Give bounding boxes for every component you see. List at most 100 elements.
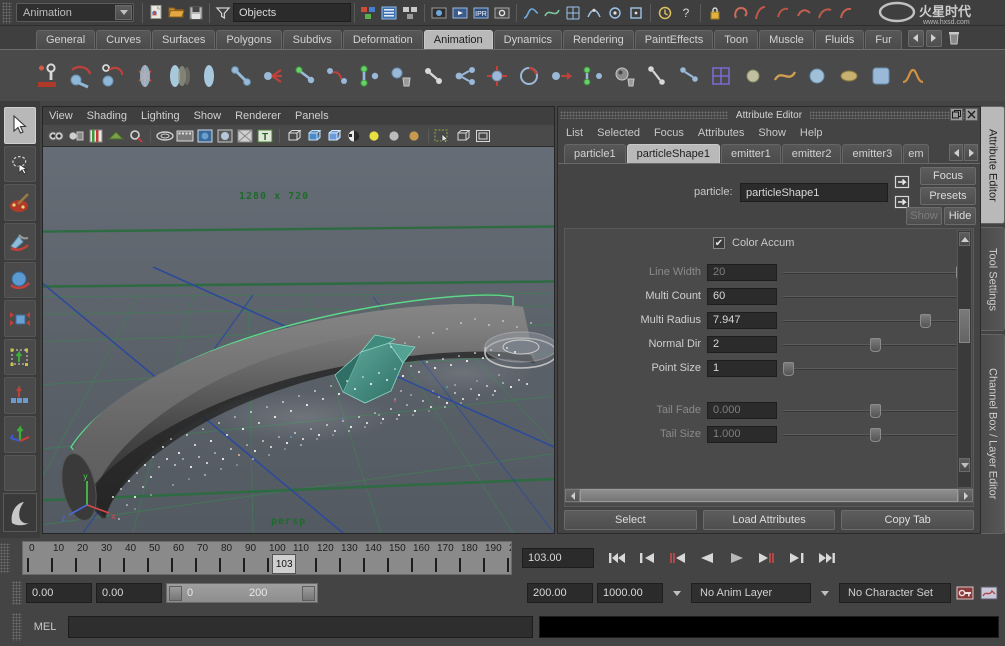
attribute-list-vscrollbar[interactable] <box>957 230 972 488</box>
time-slider[interactable]: 0102030405060708090100110120130140150160… <box>22 541 512 575</box>
load-attributes-button[interactable]: Load Attributes <box>703 510 836 530</box>
create-blendshape-icon[interactable] <box>674 60 704 92</box>
reroot-skeleton-icon[interactable] <box>354 60 384 92</box>
ae-tab-emitter1[interactable]: emitter1 <box>721 144 781 163</box>
ae-menu-list[interactable]: List <box>566 127 583 139</box>
step-forward-frame-icon[interactable] <box>784 547 810 569</box>
mirror-joint-icon[interactable] <box>290 60 320 92</box>
shelf-tab-deformation[interactable]: Deformation <box>343 30 423 49</box>
attribute-list-container[interactable]: ✔ Color Accum Line Width 20 Multi Count … <box>564 228 974 507</box>
next-shelf-icon[interactable] <box>926 30 942 47</box>
deform-curve-icon[interactable] <box>542 3 562 23</box>
play-backwards-icon[interactable] <box>694 547 720 569</box>
wireframe-icon[interactable] <box>285 127 303 145</box>
scroll-up-icon[interactable] <box>959 232 970 246</box>
toolbar-gripper[interactable] <box>2 2 12 24</box>
character-set-chevron-down-icon[interactable] <box>815 583 835 603</box>
playback-end-field[interactable]: 200.00 <box>527 583 593 603</box>
shelf-tab-fur[interactable]: Fur <box>865 30 902 49</box>
go-to-start-icon[interactable] <box>604 547 630 569</box>
step-back-key-icon[interactable] <box>664 547 690 569</box>
wrap-icon[interactable] <box>866 60 896 92</box>
ae-menu-help[interactable]: Help <box>800 127 823 139</box>
film-origin-icon[interactable] <box>216 127 234 145</box>
sculpt-deformer-icon[interactable] <box>802 60 832 92</box>
play-forwards-icon[interactable] <box>724 547 750 569</box>
remove-joint-icon[interactable] <box>386 60 416 92</box>
artisan-select-icon[interactable] <box>794 3 814 23</box>
anim-layer-chevron-down-icon[interactable] <box>667 583 687 603</box>
construction-history-icon[interactable] <box>655 3 675 23</box>
animation-preferences-icon[interactable] <box>979 583 999 603</box>
step-forward-key-icon[interactable] <box>754 547 780 569</box>
anim-start-field[interactable]: 0.00 <box>26 583 92 603</box>
detach-skin-icon[interactable] <box>194 60 224 92</box>
ae-menu-focus[interactable]: Focus <box>654 127 684 139</box>
parent-constraint-icon[interactable] <box>450 60 480 92</box>
viewport-menu-renderer[interactable]: Renderer <box>235 110 281 122</box>
command-input[interactable] <box>68 616 533 638</box>
multi-count-field[interactable]: 60 <box>707 288 777 305</box>
render-settings-icon[interactable] <box>492 3 512 23</box>
bookmark-icon[interactable] <box>87 127 105 145</box>
command-language-label[interactable]: MEL <box>28 621 62 633</box>
viewport-menu-lighting[interactable]: Lighting <box>141 110 180 122</box>
camera-attributes-icon[interactable] <box>67 127 85 145</box>
lattice-icon[interactable] <box>706 60 736 92</box>
viewport-menu-show[interactable]: Show <box>194 110 222 122</box>
bind-skin-icon[interactable] <box>130 60 160 92</box>
shelf-tab-animation[interactable]: Animation <box>424 30 493 49</box>
shadows-icon[interactable] <box>385 127 403 145</box>
lasso-select-tool[interactable] <box>4 146 36 183</box>
presets-button[interactable]: Presets <box>920 187 976 205</box>
show-manipulator-tool[interactable] <box>4 416 36 453</box>
attribute-list-hscrollbar[interactable] <box>564 488 974 503</box>
selection-mask-field[interactable]: Objects <box>233 3 351 22</box>
viewport-menu-view[interactable]: View <box>49 110 73 122</box>
ipr-render-icon[interactable]: IPR <box>471 3 491 23</box>
viewport-3d-canvas[interactable]: y z x 1280 x 720 persp <box>43 147 554 533</box>
range-end-handle[interactable] <box>302 586 315 601</box>
ae-menu-show[interactable]: Show <box>758 127 786 139</box>
snap-point-icon[interactable] <box>605 3 625 23</box>
ae-tab-emitter4[interactable]: em <box>903 144 928 163</box>
ae-tab-particleshape1[interactable]: particleShape1 <box>627 144 720 163</box>
multi-count-slider[interactable] <box>783 288 965 305</box>
line-width-slider[interactable] <box>783 264 965 281</box>
shelf-tab-fluids[interactable]: Fluids <box>815 30 864 49</box>
selection-filter-icon[interactable] <box>213 3 233 23</box>
shelf-tab-general[interactable]: General <box>36 30 95 49</box>
resolution-gate-icon[interactable] <box>176 127 194 145</box>
step-back-frame-icon[interactable] <box>634 547 660 569</box>
snap-grid-icon[interactable] <box>563 3 583 23</box>
normal-dir-slider[interactable] <box>783 336 965 353</box>
character-set-dropdown[interactable]: No Character Set <box>839 583 951 603</box>
normal-dir-field[interactable]: 2 <box>707 336 777 353</box>
shelf-tab-subdivs[interactable]: Subdivs <box>283 30 342 49</box>
motion-path-icon[interactable] <box>610 60 640 92</box>
xray-icon[interactable] <box>405 127 423 145</box>
constraint-icon[interactable] <box>418 60 448 92</box>
cluster-icon[interactable] <box>738 60 768 92</box>
shelf-tab-curves[interactable]: Curves <box>96 30 151 49</box>
current-time-indicator[interactable]: 103 <box>272 554 296 574</box>
multi-radius-slider[interactable] <box>783 312 965 329</box>
side-tab-attribute-editor[interactable]: Attribute Editor <box>981 106 1005 224</box>
range-slider-track[interactable]: 0 200 <box>166 583 318 603</box>
command-output[interactable] <box>539 616 999 638</box>
line-width-field[interactable]: 20 <box>707 264 777 281</box>
hypergraph-icon[interactable] <box>358 3 378 23</box>
smooth-shade-icon[interactable] <box>305 127 323 145</box>
ae-menu-selected[interactable]: Selected <box>597 127 640 139</box>
current-frame-field[interactable]: 103.00 <box>522 548 594 568</box>
hscroll-right-icon[interactable] <box>958 489 973 502</box>
next-tab-icon[interactable] <box>964 144 978 161</box>
snap-view-plane-icon[interactable] <box>626 3 646 23</box>
delete-shelf-icon[interactable] <box>944 28 964 48</box>
point-constraint-icon[interactable] <box>482 60 512 92</box>
last-tool-used[interactable] <box>4 455 36 492</box>
set-key-icon[interactable] <box>34 60 64 92</box>
node-name-field[interactable]: particleShape1 <box>740 183 888 202</box>
point-size-field[interactable]: 1 <box>707 360 777 377</box>
panel-layout-icon[interactable] <box>474 127 492 145</box>
